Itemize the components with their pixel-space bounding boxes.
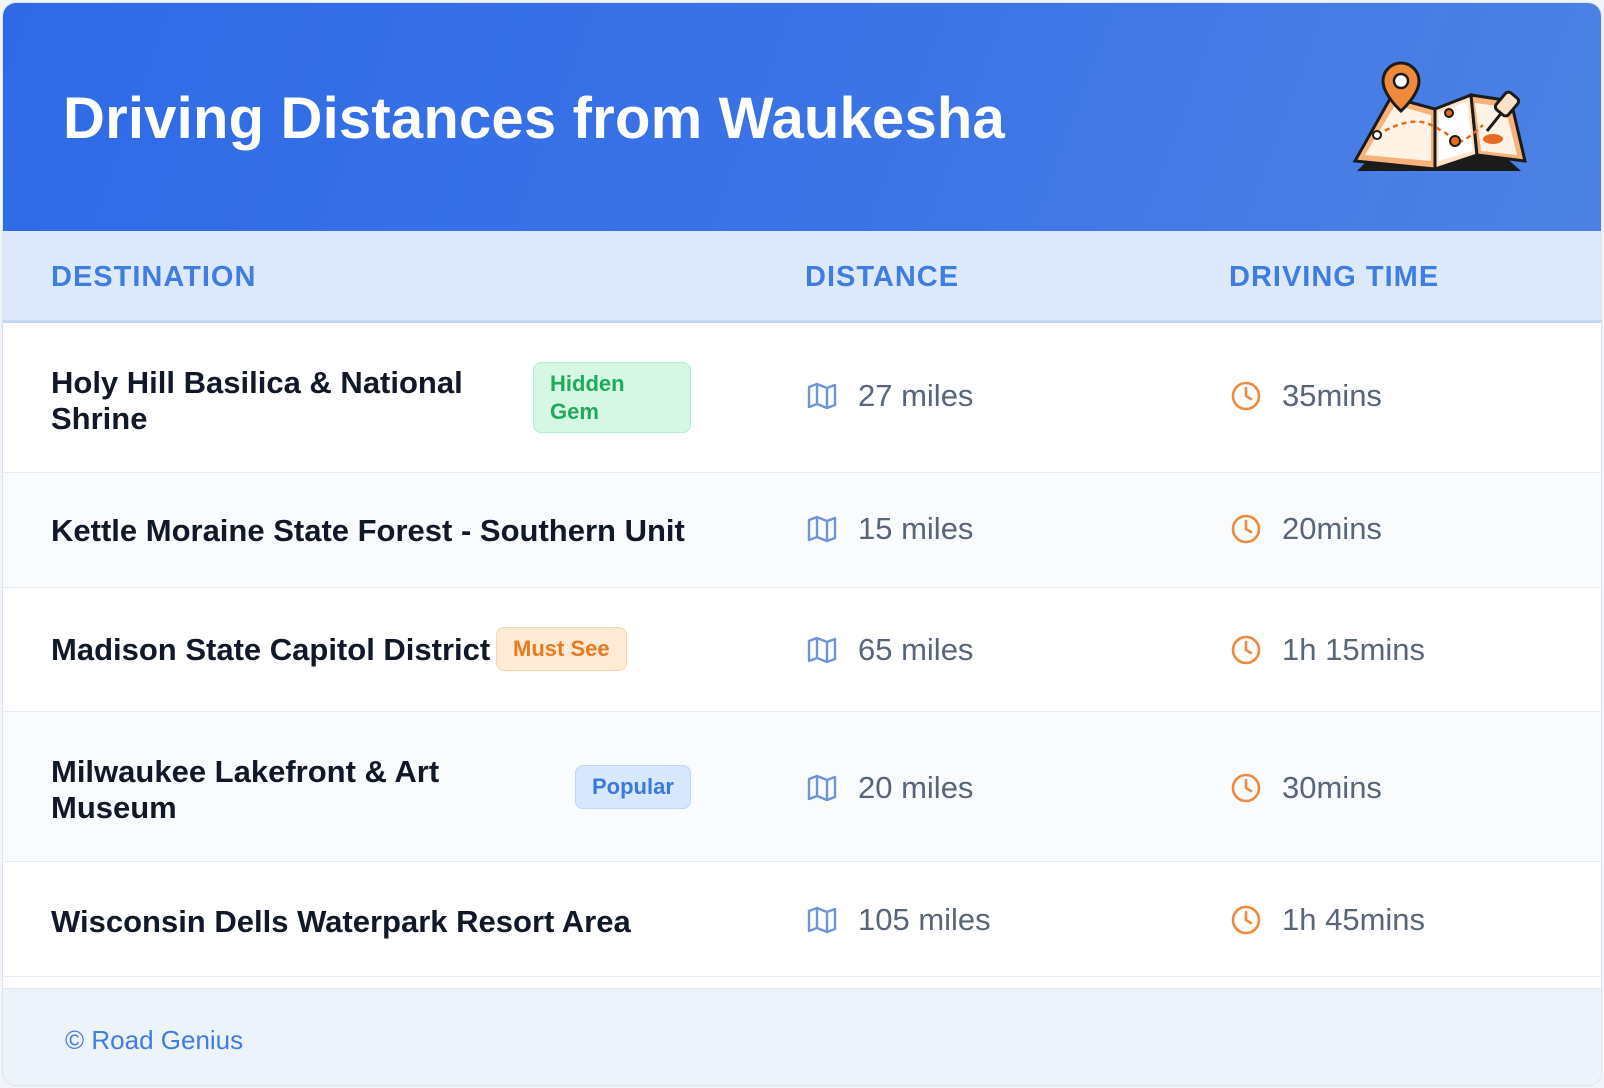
- distance-card: Driving Distances from Waukesha DESTINAT…: [2, 2, 1602, 1086]
- clock-icon: [1231, 635, 1261, 665]
- time-cell: 1h 15mins: [1230, 632, 1425, 668]
- map-icon: [807, 636, 837, 664]
- table-header: DESTINATION DISTANCE DRIVING TIME: [3, 231, 1601, 323]
- distance-cell: 27 miles: [806, 378, 973, 414]
- page-title: Driving Distances from Waukesha: [63, 86, 1005, 151]
- credit-text: © Road Genius: [65, 1025, 244, 1055]
- clock-icon: [1231, 514, 1261, 544]
- clock-icon: [1231, 905, 1261, 935]
- column-header-destination: DESTINATION: [51, 261, 257, 293]
- time-value: 20mins: [1282, 511, 1382, 546]
- distance-cell: 105 miles: [806, 902, 991, 938]
- badge-hidden-gem: Hidden Gem: [533, 362, 691, 433]
- time-value: 30mins: [1282, 770, 1382, 805]
- distance-value: 65 miles: [858, 632, 974, 667]
- time-value: 1h 45mins: [1282, 902, 1426, 937]
- destination-name: Milwaukee Lakefront & Art Museum: [51, 754, 440, 825]
- column-header-distance: DISTANCE: [805, 261, 960, 293]
- time-cell: 35mins: [1230, 378, 1382, 414]
- table-row: Milwaukee Lakefront & Art Museum Popular…: [3, 712, 1601, 862]
- clock-icon: [1231, 381, 1261, 411]
- distance-value: 15 miles: [858, 511, 974, 546]
- footer: © Road Genius: [3, 988, 1601, 1085]
- table-row: Holy Hill Basilica & National Shrine Hid…: [3, 323, 1601, 473]
- table-row: Madison State Capitol District Must See …: [3, 588, 1601, 712]
- badge-popular: Popular: [575, 765, 691, 809]
- distance-value: 105 miles: [858, 902, 991, 937]
- time-cell: 30mins: [1230, 770, 1382, 806]
- time-cell: 1h 45mins: [1230, 902, 1425, 938]
- map-icon: [807, 906, 837, 934]
- header: Driving Distances from Waukesha: [3, 3, 1601, 231]
- map-pin-illustration: [1352, 61, 1527, 172]
- distance-value: 20 miles: [858, 770, 974, 805]
- map-icon: [807, 774, 837, 802]
- time-cell: 20mins: [1230, 511, 1382, 547]
- distance-cell: 15 miles: [806, 511, 973, 547]
- destination-name: Kettle Moraine State Forest - Southern U…: [51, 513, 685, 548]
- distance-value: 27 miles: [858, 378, 974, 413]
- map-icon: [807, 382, 837, 410]
- time-value: 35mins: [1282, 378, 1382, 413]
- table-row: Wisconsin Dells Waterpark Resort Area 10…: [3, 862, 1601, 977]
- column-header-driving-time: DRIVING TIME: [1229, 261, 1440, 293]
- destination-name: Madison State Capitol District: [51, 632, 491, 667]
- table-row: Kettle Moraine State Forest - Southern U…: [3, 473, 1601, 588]
- destination-name: Wisconsin Dells Waterpark Resort Area: [51, 904, 631, 939]
- distance-cell: 65 miles: [806, 632, 973, 668]
- map-icon: [807, 515, 837, 543]
- distance-cell: 20 miles: [806, 770, 973, 806]
- time-value: 1h 15mins: [1282, 632, 1426, 667]
- clock-icon: [1231, 773, 1261, 803]
- destination-name: Holy Hill Basilica & National Shrine: [51, 365, 463, 436]
- badge-must-see: Must See: [496, 627, 627, 671]
